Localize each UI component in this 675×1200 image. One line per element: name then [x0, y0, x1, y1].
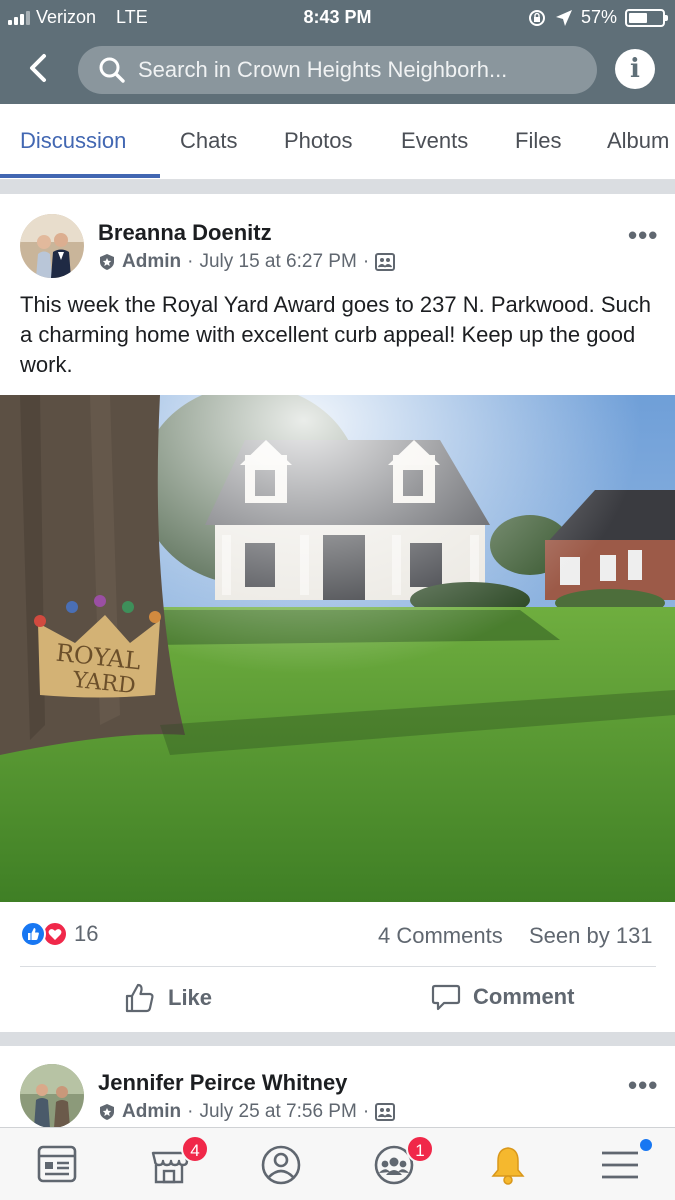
battery-fill — [629, 12, 648, 23]
nav-marketplace[interactable]: 4 — [147, 1135, 209, 1187]
nav-groups[interactable]: 1 — [372, 1135, 434, 1187]
like-label: Like — [168, 985, 213, 1010]
nav-profile[interactable] — [259, 1143, 303, 1187]
tab-album[interactable]: Album — [607, 128, 669, 154]
author-avatar[interactable] — [20, 1064, 84, 1128]
action-separator — [20, 966, 656, 967]
group-info-button[interactable]: i — [615, 49, 655, 89]
meta-separator: · — [187, 251, 194, 272]
post-meta: Admin · July 25 at 7:56 PM · — [98, 1101, 396, 1123]
rotation-lock-icon — [528, 9, 545, 26]
comments-count[interactable]: 4 Comments — [378, 923, 503, 949]
profile-icon — [261, 1145, 301, 1185]
search-placeholder: Search in Crown Heights Neighborh... — [138, 57, 508, 82]
more-options-button[interactable]: ••• — [628, 1070, 658, 1101]
author-name[interactable]: Jennifer Peirce Whitney — [98, 1070, 347, 1096]
comment-label: Comment — [473, 984, 575, 1009]
author-role: Admin — [122, 251, 182, 272]
nav-news-feed[interactable] — [35, 1143, 79, 1187]
feed-divider — [0, 1032, 675, 1046]
group-search-bar[interactable]: Search in Crown Heights Neighborh... — [78, 46, 597, 94]
like-button[interactable]: Like — [124, 982, 212, 1014]
back-button[interactable] — [22, 50, 56, 86]
admin-badge-icon — [100, 1104, 114, 1120]
news-feed-icon — [37, 1145, 77, 1183]
like-reaction-icon — [20, 921, 46, 947]
tab-photos[interactable]: Photos — [284, 128, 353, 154]
group-tabs: Discussion Chats Photos Events Files Alb… — [0, 104, 675, 180]
meta-separator: · — [362, 251, 370, 272]
group-audience-icon — [375, 1103, 396, 1121]
tab-chats[interactable]: Chats — [180, 128, 237, 154]
thumbs-up-icon — [125, 983, 154, 1013]
search-icon — [99, 57, 125, 83]
meta-separator: · — [187, 1101, 194, 1122]
tab-discussion[interactable]: Discussion — [20, 128, 126, 154]
feed-divider — [0, 180, 675, 194]
status-bar: Verizon LTE 8:43 PM 57% — [0, 0, 675, 36]
battery-percent: 57% — [580, 7, 617, 27]
bottom-tab-bar: 4 1 — [0, 1127, 675, 1200]
more-options-button[interactable]: ••• — [628, 220, 658, 251]
post-timestamp[interactable]: July 15 at 6:27 PM — [199, 251, 356, 273]
post-body: This week the Royal Yard Award goes to 2… — [20, 292, 652, 377]
tab-events[interactable]: Events — [401, 128, 468, 154]
hamburger-menu-icon — [602, 1151, 638, 1179]
group-audience-icon — [375, 253, 396, 271]
battery-icon — [625, 8, 668, 27]
bell-icon — [491, 1147, 525, 1185]
nav-menu[interactable] — [598, 1139, 652, 1187]
status-right: 57% — [527, 7, 668, 28]
comment-bubble-icon — [431, 984, 461, 1011]
post-meta: Admin · July 15 at 6:27 PM · — [98, 251, 396, 273]
tab-files[interactable]: Files — [515, 128, 561, 154]
reaction-summary[interactable]: 16 — [20, 921, 98, 947]
post-timestamp[interactable]: July 25 at 7:56 PM — [199, 1101, 356, 1123]
menu-notification-dot — [640, 1139, 652, 1151]
admin-badge-icon — [100, 254, 114, 270]
chevron-left-icon — [30, 54, 46, 82]
marketplace-badge: 4 — [181, 1135, 209, 1163]
location-arrow-icon — [555, 9, 572, 26]
active-tab-indicator — [0, 174, 160, 178]
post-photo[interactable]: ROYAL YARD — [0, 395, 675, 902]
seen-by-count[interactable]: Seen by 131 — [529, 923, 653, 949]
author-role: Admin — [122, 1101, 182, 1122]
app-header: Verizon LTE 8:43 PM 57% Search in Crown … — [0, 0, 675, 104]
nav-notifications[interactable] — [486, 1143, 530, 1187]
comment-button[interactable]: Comment — [431, 982, 574, 1012]
author-avatar[interactable] — [20, 214, 84, 278]
meta-separator: · — [362, 1101, 370, 1122]
reaction-count: 16 — [74, 921, 99, 946]
author-name[interactable]: Breanna Doenitz — [98, 220, 272, 246]
groups-badge: 1 — [406, 1135, 434, 1163]
